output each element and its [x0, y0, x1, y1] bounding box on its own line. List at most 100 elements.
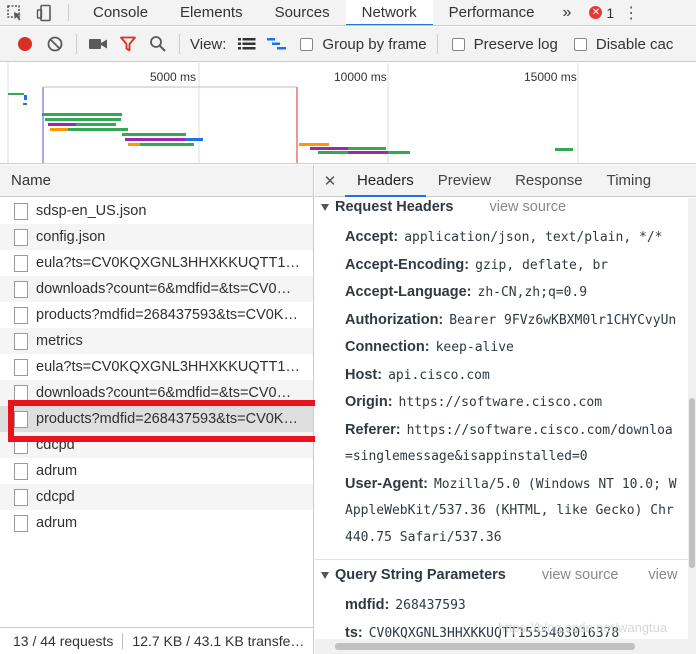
view-label: View: — [190, 35, 227, 53]
file-icon — [14, 228, 28, 246]
query-key: mdfid: — [345, 597, 390, 613]
tick-label-15000: 15000 ms — [524, 70, 577, 84]
group-by-frame-label: Group by frame — [322, 35, 427, 53]
header-key: Authorization: — [345, 311, 444, 328]
query-value: 268437593 — [395, 598, 466, 613]
filter-icon[interactable] — [113, 29, 143, 59]
file-icon — [14, 280, 28, 298]
request-row[interactable]: cdcpd — [0, 432, 313, 458]
checkbox-box — [573, 37, 587, 51]
preserve-log-label: Preserve log — [473, 35, 558, 53]
tab-performance[interactable]: Performance — [433, 0, 551, 25]
header-value: https://software.cisco.com/downloa — [406, 422, 673, 438]
header-key: Accept: — [345, 229, 399, 245]
tab-headers[interactable]: Headers — [345, 165, 426, 197]
more-tabs-button[interactable]: » — [551, 0, 584, 25]
header-key: Accept-Encoding: — [345, 256, 470, 273]
section-divider — [315, 559, 688, 560]
kebab-menu-icon[interactable]: ⋮ — [620, 0, 642, 25]
request-row[interactable]: downloads?count=6&mdfid=&ts=CV0… — [0, 380, 313, 406]
tab-elements[interactable]: Elements — [164, 0, 259, 25]
header-value: Mozilla/5.0 (Windows NT 10.0; W — [433, 476, 677, 492]
large-rows-icon[interactable] — [232, 29, 262, 59]
header-value-continuation: =singlemessage&isappinstalled=0 — [345, 449, 588, 464]
request-row[interactable]: sdsp-en_US.json — [0, 198, 313, 224]
network-status-bar: 13 / 44 requests 12.7 KB / 43.1 KB trans… — [0, 627, 313, 654]
error-icon: ✕ — [589, 6, 603, 19]
file-icon — [14, 436, 28, 454]
request-row[interactable]: products?mdfid=268437593&ts=CV0K… — [0, 302, 313, 328]
horizontal-scrollbar[interactable] — [315, 639, 688, 654]
request-headers-section-header[interactable]: Request Headers view source — [315, 198, 688, 218]
header-value: zh-CN,zh;q=0.9 — [477, 285, 588, 300]
tab-separator — [68, 4, 69, 21]
header-row-connection: Connection: keep-alive — [315, 334, 688, 362]
tab-response[interactable]: Response — [503, 165, 595, 196]
request-row[interactable]: products?mdfid=268437593&ts=CV0K… — [0, 406, 313, 432]
waterfall-overview-icon[interactable] — [262, 29, 292, 59]
error-badge[interactable]: ✕ 1 — [583, 0, 620, 25]
group-by-frame-checkbox[interactable]: Group by frame — [300, 35, 427, 53]
view-url-encoded-link[interactable]: view — [648, 567, 677, 583]
name-column-header[interactable]: Name — [0, 165, 313, 197]
request-name: eula?ts=CV0KQXGNL3HHXKKUQTT155… — [36, 255, 306, 271]
file-icon — [14, 384, 28, 402]
request-row[interactable]: adrum — [0, 510, 313, 536]
query-params-title: Query String Parameters — [335, 567, 506, 583]
record-button[interactable] — [10, 29, 40, 59]
close-icon[interactable]: ✕ — [315, 165, 345, 196]
disable-cache-checkbox[interactable]: Disable cac — [573, 36, 673, 53]
tab-preview[interactable]: Preview — [426, 165, 503, 196]
request-row[interactable]: config.json — [0, 224, 313, 250]
header-row-host: Host: api.cisco.com — [315, 362, 688, 390]
tab-timing[interactable]: Timing — [595, 165, 663, 196]
request-row[interactable]: eula?ts=CV0KQXGNL3HHXKKUQTT155… — [0, 354, 313, 380]
search-icon[interactable] — [143, 29, 173, 59]
transfer-size: 12.7 KB / 43.1 KB transfe… — [132, 633, 305, 649]
network-overview-timeline[interactable]: 5000 ms 10000 ms 15000 ms — [0, 63, 696, 164]
request-row[interactable]: metrics — [0, 328, 313, 354]
query-params-section-header[interactable]: Query String Parameters view source view — [315, 564, 688, 586]
header-key: Accept-Language: — [345, 284, 472, 300]
vertical-scrollbar[interactable] — [688, 198, 696, 654]
tick-label-5000: 5000 ms — [150, 70, 196, 84]
checkbox-box — [300, 37, 314, 51]
request-list: sdsp-en_US.json config.json eula?ts=CV0KQX… — [0, 198, 313, 536]
request-list-pane: Name sdsp-en_US.json config.json eula?ts=C… — [0, 165, 314, 654]
request-row[interactable]: adrum — [0, 458, 313, 484]
view-source-link[interactable]: view source — [542, 567, 619, 583]
capture-screenshots-icon[interactable] — [83, 29, 113, 59]
request-name: products?mdfid=268437593&ts=CV0K… — [36, 411, 298, 427]
header-row-accept: Accept: application/json, text/plain, */* — [315, 224, 688, 252]
error-count: 1 — [606, 4, 615, 21]
scrollbar-thumb[interactable] — [335, 643, 635, 650]
view-source-link[interactable]: view source — [489, 199, 566, 215]
tab-sources[interactable]: Sources — [259, 0, 346, 25]
request-name: products?mdfid=268437593&ts=CV0K… — [36, 307, 298, 323]
file-icon — [14, 306, 28, 324]
tab-network[interactable]: Network — [345, 0, 433, 25]
expand-triangle-icon — [321, 203, 329, 211]
request-name: adrum — [36, 515, 78, 531]
header-key: Origin: — [345, 394, 393, 410]
request-count: 13 / 44 requests — [13, 633, 114, 649]
request-row[interactable]: eula?ts=CV0KQXGNL3HHXKKUQTT155… — [0, 250, 313, 276]
preserve-log-checkbox[interactable]: Preserve log — [451, 35, 558, 53]
header-value: https://software.cisco.com — [398, 395, 603, 410]
watermark-text: https://blog.csdn.net/wangtua — [498, 620, 668, 635]
device-toolbar-icon[interactable] — [30, 0, 60, 25]
request-row[interactable]: downloads?count=6&mdfid=&ts=CV0… — [0, 276, 313, 302]
tab-console[interactable]: Console — [77, 0, 164, 25]
request-name: downloads?count=6&mdfid=&ts=CV0… — [36, 385, 292, 401]
scrollbar-thumb[interactable] — [689, 398, 695, 568]
request-row[interactable]: cdcpd — [0, 484, 313, 510]
request-name: config.json — [36, 229, 106, 245]
checkbox-box — [451, 37, 465, 51]
clear-icon[interactable] — [40, 29, 70, 59]
header-value: application/json, text/plain, */* — [404, 230, 663, 245]
request-name: sdsp-en_US.json — [36, 203, 147, 219]
header-row-origin: Origin: https://software.cisco.com — [315, 389, 688, 417]
inspect-element-icon[interactable] — [0, 0, 30, 25]
header-value: keep-alive — [435, 340, 514, 355]
header-row-accept-language: Accept-Language: zh-CN,zh;q=0.9 — [315, 279, 688, 307]
